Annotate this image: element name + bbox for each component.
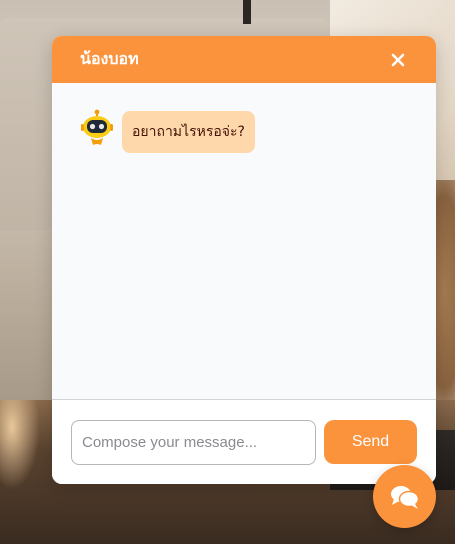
chat-launcher-button[interactable] bbox=[373, 465, 436, 528]
composer: Send bbox=[52, 399, 436, 484]
chat-header: น้องบอท bbox=[52, 36, 436, 83]
message-bubble: อยาถามไรหรอจ่ะ? bbox=[122, 111, 255, 153]
chat-window: น้องบอท อยาถามไรหรอจ่ะ? Compose your mes… bbox=[52, 36, 436, 484]
close-icon[interactable] bbox=[388, 50, 408, 70]
chat-bubbles-icon bbox=[390, 485, 419, 509]
robot-icon bbox=[80, 109, 114, 147]
message-input[interactable] bbox=[71, 419, 316, 465]
chat-title: น้องบอท bbox=[80, 49, 139, 68]
message-list: อยาถามไรหรอจ่ะ? bbox=[52, 83, 436, 399]
bot-message: อยาถามไรหรอจ่ะ? bbox=[80, 109, 408, 153]
close-icon-glyph bbox=[391, 53, 405, 66]
send-button[interactable]: Send bbox=[324, 420, 417, 464]
